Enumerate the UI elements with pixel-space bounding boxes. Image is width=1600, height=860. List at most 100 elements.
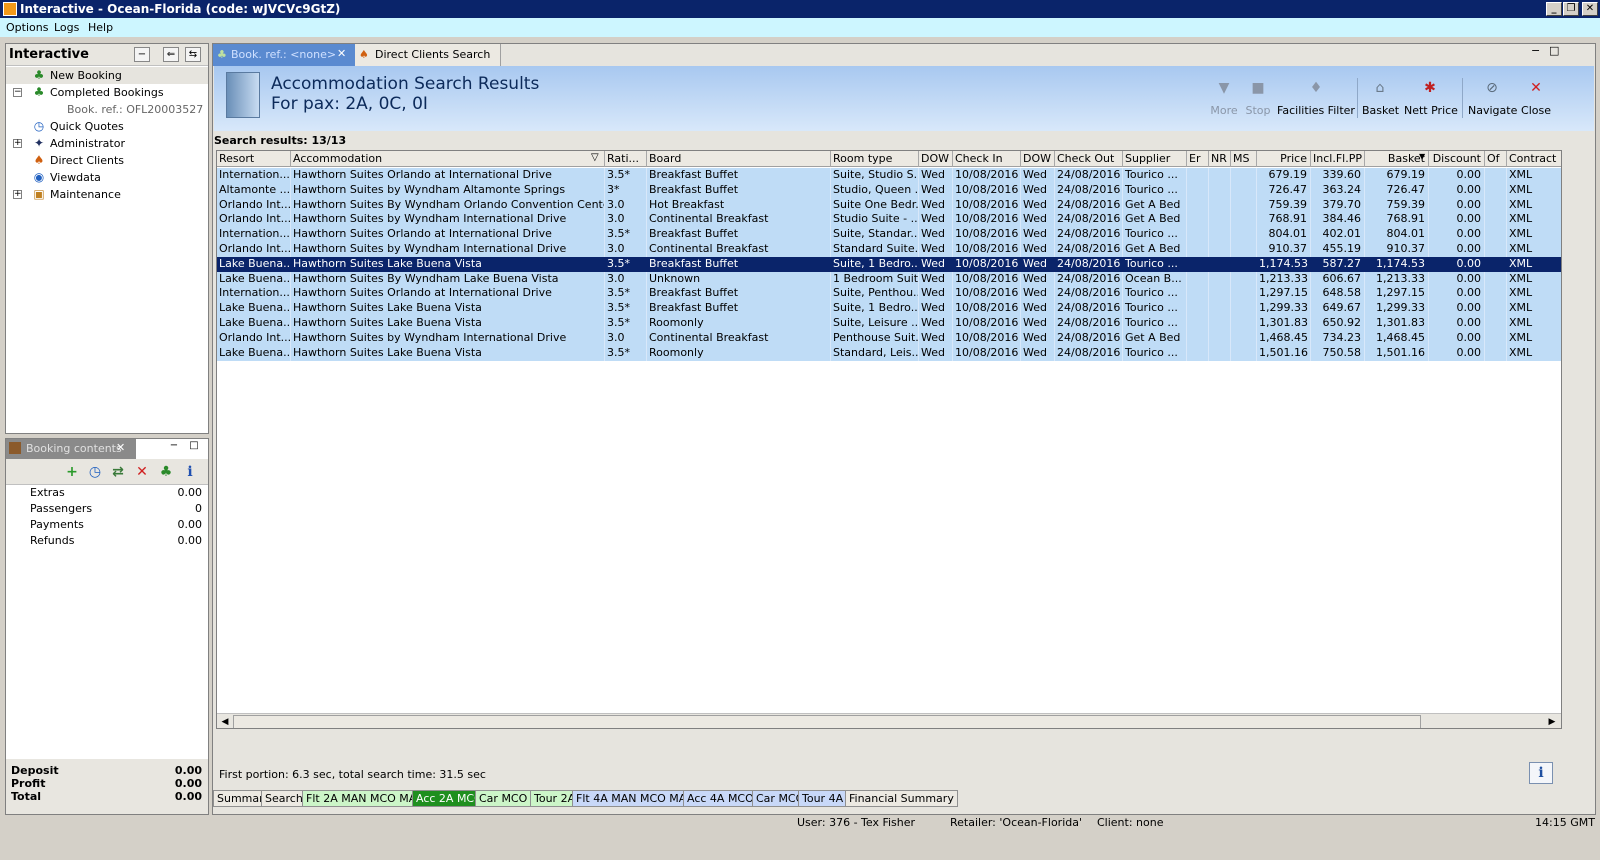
bottom-tab[interactable]: Search (261, 790, 307, 807)
sync-icon[interactable]: ⇐ (163, 47, 179, 62)
column-header[interactable]: Price (1257, 151, 1311, 167)
booking-contents-row[interactable]: Payments 0.00 (6, 517, 208, 533)
nav-item[interactable]: ♣ New Booking (6, 67, 208, 84)
column-header[interactable]: Check In (953, 151, 1021, 167)
table-row[interactable]: Lake Buena... Hawthorn Suites By Wyndham … (217, 271, 1561, 287)
nav-item[interactable]: ◉ Viewdata (6, 169, 208, 186)
table-row[interactable]: Orlando Int... Hawthorn Suites by Wyndham… (217, 212, 1561, 228)
bottom-tab[interactable]: Acc 4A MCO (683, 790, 758, 807)
table-row[interactable]: Internation... Hawthorn Suites Orlando at… (217, 168, 1561, 183)
column-header[interactable]: Er (1187, 151, 1209, 167)
results-grid: Resort Accommodation Rati... Board Room type… (216, 150, 1562, 729)
column-header[interactable]: Accommodation (291, 151, 605, 167)
table-cell (1231, 227, 1257, 243)
nav-item[interactable]: ◷ Quick Quotes (6, 118, 208, 135)
nav-item[interactable]: ♠ Direct Clients (6, 152, 208, 169)
column-header[interactable]: Contract (1507, 151, 1561, 167)
column-header[interactable]: DOW (1021, 151, 1055, 167)
palm-icon[interactable]: ♣ (158, 464, 174, 480)
bottom-tab[interactable]: Tour 4A (798, 790, 848, 807)
column-header[interactable]: Board (647, 151, 831, 167)
bottom-tab[interactable]: Car MCO (475, 790, 532, 807)
add-icon[interactable]: + (64, 464, 80, 480)
navigate-button[interactable]: ⊘ Navigate (1468, 66, 1517, 126)
bottom-tab[interactable]: Flt 4A MAN MCO MAN (572, 790, 699, 807)
table-cell: 0.00 (1429, 182, 1485, 198)
scroll-left-icon[interactable]: ◀ (218, 715, 232, 728)
table-row[interactable]: Lake Buena... Hawthorn Suites Lake Buena … (217, 316, 1561, 331)
menu-help[interactable]: Help (88, 21, 113, 34)
table-row[interactable]: Internation... Hawthorn Suites Orlando at… (217, 227, 1561, 243)
table-row[interactable]: Orlando Int... Hawthorn Suites By Wyndham… (217, 197, 1561, 213)
table-cell: XML (1507, 242, 1561, 257)
nav-item[interactable]: + ▣ Maintenance (6, 186, 208, 203)
bottom-tab[interactable]: Financial Summary (845, 790, 958, 807)
clock-icon[interactable]: ◷ (87, 464, 103, 480)
delete-icon[interactable]: ✕ (134, 464, 150, 480)
close-button[interactable]: ✕ Close (1520, 66, 1552, 126)
horizontal-scrollbar[interactable]: ◀ ▶ (217, 713, 1561, 728)
close-window-icon[interactable]: ✕ (1582, 2, 1598, 16)
more-button[interactable]: ▼ More (1207, 66, 1241, 126)
column-header[interactable]: Incl.Fl.PP (1311, 151, 1365, 167)
booking-contents-tab[interactable]: Booking contents ✕ (6, 439, 136, 459)
nav-item[interactable]: + ✦ Administrator (6, 135, 208, 152)
column-header[interactable]: Room type (831, 151, 919, 167)
nav-item[interactable]: − ♣ Completed Bookings (6, 84, 208, 101)
table-cell: Suite, 1 Bedro... (833, 301, 919, 317)
table-row[interactable]: Lake Buena... Hawthorn Suites Lake Buena … (217, 345, 1561, 361)
basket-button[interactable]: ⌂ Basket (1362, 66, 1399, 126)
stop-button[interactable]: ■ Stop (1242, 66, 1274, 126)
table-cell: Internation... (219, 227, 291, 243)
table-row[interactable]: Orlando Int... Hawthorn Suites by Wyndham… (217, 330, 1561, 346)
table-row[interactable]: Orlando Int... Hawthorn Suites by Wyndham… (217, 242, 1561, 257)
info-icon[interactable]: i (182, 464, 198, 480)
expand-icon[interactable]: + (13, 139, 22, 148)
tab-direct-clients-search[interactable]: ♠ Direct Clients Search (355, 44, 501, 66)
nett-price-button[interactable]: ✱ Nett Price (1404, 66, 1458, 126)
booking-contents-row[interactable]: Passengers 0 (6, 501, 208, 517)
bottom-tab[interactable]: Flt 2A MAN MCO MAN (302, 790, 429, 807)
column-header[interactable]: DOW (919, 151, 953, 167)
column-header[interactable]: Discount (1429, 151, 1485, 167)
close-tab-icon[interactable]: ✕ (337, 47, 346, 60)
maximize-panel-icon[interactable]: □ (1549, 44, 1559, 57)
maximize-panel-icon[interactable]: □ (186, 439, 202, 454)
nav-item[interactable]: Book. ref.: OFL20003527 (6, 101, 208, 118)
column-header[interactable]: Rati... (605, 151, 647, 167)
facilities-filter-button[interactable]: ♦ Facilities Filter (1276, 66, 1356, 126)
minimize-panel-icon[interactable]: − (166, 439, 182, 454)
table-row[interactable]: Lake Buena... Hawthorn Suites Lake Buena … (217, 301, 1561, 317)
minimize-icon[interactable]: _ (1546, 2, 1562, 16)
transfer-icon[interactable]: ⇄ (110, 464, 126, 480)
column-header[interactable]: Check Out (1055, 151, 1123, 167)
expand-icon[interactable]: + (13, 190, 22, 199)
column-header[interactable]: NR (1209, 151, 1231, 167)
booking-contents-row[interactable]: Extras 0.00 (6, 485, 208, 501)
table-cell: Suite, Leisure ... (833, 316, 919, 331)
column-header[interactable]: Supplier (1123, 151, 1187, 167)
collapse-icon[interactable]: − (13, 88, 22, 97)
scroll-right-icon[interactable]: ▶ (1545, 715, 1559, 728)
minimize-panel-icon[interactable]: − (1531, 44, 1540, 57)
table-row[interactable]: Altamonte ... Hawthorn Suites by Wyndham … (217, 182, 1561, 198)
table-cell: 1,174.53 (1365, 256, 1429, 272)
column-header[interactable]: MS (1231, 151, 1257, 167)
table-row[interactable]: Internation... Hawthorn Suites Orlando at… (217, 286, 1561, 302)
table-row[interactable]: Lake Buena... Hawthorn Suites Lake Buena … (217, 256, 1561, 272)
menu-options[interactable]: Options (6, 21, 48, 34)
menu-logs[interactable]: Logs (54, 21, 79, 34)
tab-book-ref[interactable]: ♣ Book. ref.: <none> ✕ (213, 44, 355, 66)
collapse-icon[interactable]: − (134, 47, 150, 62)
info-button[interactable]: i (1529, 762, 1553, 784)
column-header[interactable]: Of (1485, 151, 1507, 167)
tab-direct-clients-search-label: Direct Clients Search (375, 48, 491, 61)
column-header[interactable]: Resort (217, 151, 291, 167)
table-cell: 1,174.53 (1257, 256, 1311, 272)
filter-icon[interactable]: ▽ (591, 152, 599, 163)
close-tab-icon[interactable]: ✕ (116, 441, 125, 454)
scrollbar-thumb[interactable] (233, 715, 1421, 728)
swap-icon[interactable]: ⇆ (185, 47, 201, 62)
booking-contents-row[interactable]: Refunds 0.00 (6, 533, 208, 549)
restore-icon[interactable]: ❐ (1563, 2, 1579, 16)
